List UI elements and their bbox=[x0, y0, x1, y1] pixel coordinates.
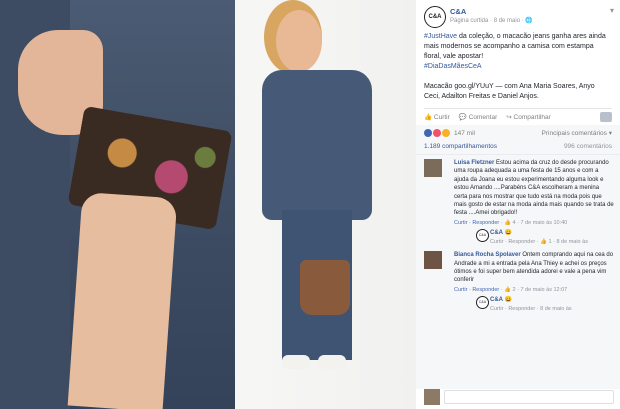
reply-author[interactable]: C&A bbox=[490, 230, 503, 236]
reply-text: 😀 bbox=[503, 230, 513, 237]
photo-forearm bbox=[67, 191, 178, 409]
comment-label: Comentar bbox=[468, 114, 498, 121]
comment-author[interactable]: Bianca Rocha Spolaver bbox=[454, 252, 521, 258]
comment-actions[interactable]: Curtir · Responder bbox=[454, 220, 499, 226]
comment-button[interactable]: 💬 Comentar bbox=[459, 113, 497, 121]
reply-time: · 👍 1 · 8 de maio às bbox=[535, 239, 588, 246]
comment-actions[interactable]: Curtir · Responder bbox=[454, 287, 499, 293]
reply-actions[interactable]: Curtir · Responder bbox=[490, 306, 535, 312]
model-jumpsuit-top bbox=[262, 70, 372, 220]
reply-avatar[interactable]: C&A bbox=[476, 229, 489, 243]
photo-model bbox=[262, 10, 392, 390]
share-label: Compartilhar bbox=[513, 114, 551, 121]
comment-meta: Curtir · Responder · 👍 2 · 7 de maio às … bbox=[454, 286, 614, 294]
comments-list: Luisa Fletzner Estou acima da cruz do de… bbox=[416, 155, 620, 389]
reply-text: 😀 bbox=[503, 297, 513, 304]
write-comment-row bbox=[424, 389, 614, 405]
reaction-count[interactable]: 147 mil bbox=[454, 130, 475, 137]
comment-time: · 👍 4 · 7 de maio às 10:40 bbox=[499, 219, 568, 226]
wow-reaction-icon bbox=[442, 129, 450, 137]
like-button[interactable]: 👍 Curtir bbox=[424, 113, 450, 121]
model-shoe-left bbox=[282, 355, 310, 369]
reply-meta: Curtir · Responder · 8 de maio às bbox=[490, 305, 614, 313]
avatar bbox=[424, 389, 440, 405]
reply-actions[interactable]: Curtir · Responder bbox=[490, 239, 535, 245]
post-counts: 1.189 compartilhamentos 996 comentários bbox=[416, 141, 620, 155]
post-actions: 👍 Curtir 💬 Comentar ↪ Compartilhar bbox=[424, 108, 612, 125]
chevron-down-icon[interactable]: ▾ bbox=[610, 6, 614, 15]
post-link[interactable]: Macacão goo.gl/YUuY bbox=[424, 83, 494, 90]
model-shoe-right bbox=[318, 355, 346, 369]
post-photo[interactable] bbox=[0, 0, 416, 409]
comment-sort[interactable]: Principais comentários ▾ bbox=[542, 129, 612, 137]
post-text: #JustHave da coleção, o macacão jeans ga… bbox=[416, 30, 620, 102]
share-count[interactable]: 1.189 compartilhamentos bbox=[424, 143, 497, 150]
page-name[interactable]: C&A bbox=[450, 7, 466, 16]
comment-reply: C&A C&A 😀 Curtir · Responder · 8 de maio… bbox=[476, 296, 614, 313]
avatar[interactable] bbox=[424, 251, 442, 270]
comment: Bianca Rocha Spolaver Ontem comprando aq… bbox=[424, 251, 614, 313]
reply-meta: Curtir · Responder · 👍 1 · 8 de maio às bbox=[490, 238, 614, 246]
love-reaction-icon bbox=[433, 129, 441, 137]
comment: Luisa Fletzner Estou acima da cruz do de… bbox=[424, 159, 614, 246]
comment-text: Estou acima da cruz do desde procurando … bbox=[454, 160, 614, 217]
comment-input[interactable] bbox=[444, 390, 614, 404]
viewer-avatar-icon[interactable] bbox=[600, 112, 612, 122]
post-header: C&A C&A Página curtida · 8 de maio · 🌐 ▾ bbox=[416, 0, 620, 30]
like-reaction-icon bbox=[424, 129, 432, 137]
reactions-bar: 147 mil Principais comentários ▾ bbox=[416, 125, 620, 141]
page-logo[interactable]: C&A bbox=[424, 6, 446, 28]
reply-time: · 8 de maio às bbox=[535, 306, 572, 313]
reply-avatar[interactable]: C&A bbox=[476, 296, 489, 310]
reply-author[interactable]: C&A bbox=[490, 297, 503, 303]
avatar[interactable] bbox=[424, 159, 442, 177]
comment-time: · 👍 2 · 7 de maio às 12:07 bbox=[499, 286, 568, 293]
share-button[interactable]: ↪ Compartilhar bbox=[506, 113, 550, 121]
comment-count: 996 comentários bbox=[563, 143, 612, 150]
post-hashtag-justhave[interactable]: #JustHave bbox=[424, 33, 457, 40]
comment-author[interactable]: Luisa Fletzner bbox=[454, 160, 494, 166]
model-bag bbox=[300, 260, 350, 315]
post-hashtag-diadasmaes[interactable]: #DiaDasMãesCeA bbox=[424, 63, 482, 70]
comment-meta: Curtir · Responder · 👍 4 · 7 de maio às … bbox=[454, 219, 614, 227]
post-meta: Página curtida · 8 de maio · 🌐 bbox=[450, 18, 533, 24]
comment-reply: C&A C&A 😀 Curtir · Responder · 👍 1 · 8 d… bbox=[476, 229, 614, 246]
model-head bbox=[276, 10, 322, 72]
like-label: Curtir bbox=[433, 114, 450, 121]
post-side-panel: C&A C&A Página curtida · 8 de maio · 🌐 ▾… bbox=[416, 0, 620, 409]
